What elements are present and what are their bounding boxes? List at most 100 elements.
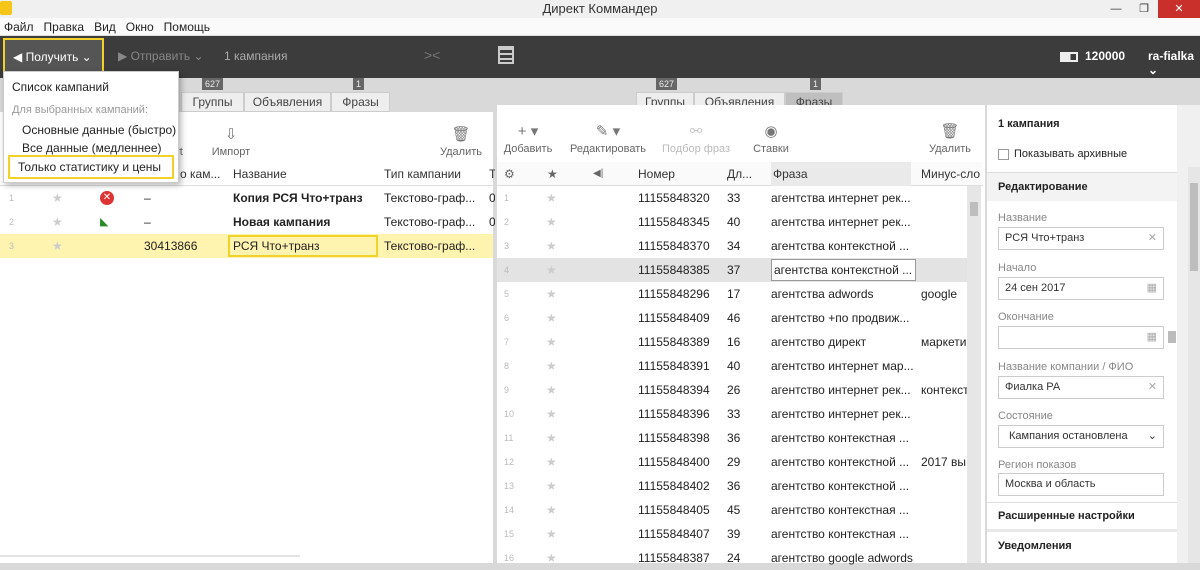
table-row[interactable]: 2 ★ ◣ – Новая кампания Текстово-граф... … bbox=[0, 210, 495, 234]
star-icon[interactable]: ★ bbox=[546, 186, 557, 210]
side-scrollbar[interactable] bbox=[1188, 167, 1200, 563]
vertical-scrollbar[interactable] bbox=[967, 186, 981, 563]
table-row[interactable]: ★ 14 11155848405 45 агентство контекстная ..… bbox=[497, 498, 967, 522]
start-date-field[interactable]: 24 сен 2017 ▦ bbox=[998, 277, 1164, 300]
star-icon[interactable]: ★ bbox=[52, 186, 63, 210]
star-icon[interactable]: ★ bbox=[546, 498, 557, 522]
edit-button[interactable]: ✎ ▾ Редактировать bbox=[569, 121, 647, 155]
table-row[interactable]: 1 ★ ✕ – Копия РСЯ Что+транз Текстово-гра… bbox=[0, 186, 495, 210]
star-icon[interactable]: ★ bbox=[546, 282, 557, 306]
delete-campaign-button[interactable]: 🗑 Удалить bbox=[438, 124, 484, 158]
col-extra[interactable]: Т bbox=[489, 162, 495, 186]
table-row[interactable]: ★ 13 11155848402 36 агентство контекстной ..… bbox=[497, 474, 967, 498]
table-row[interactable]: ★ 3 11155848370 34 агентства контекстной ... bbox=[497, 234, 967, 258]
col-type[interactable]: Тип кампании bbox=[384, 162, 486, 186]
show-archive-label: Показывать архивные bbox=[1014, 148, 1128, 160]
menu-item-stats-and-prices[interactable]: Только статистику и цены bbox=[8, 155, 174, 179]
phrase-number: 11155848387 bbox=[638, 551, 710, 565]
col-length[interactable]: Дл... bbox=[727, 162, 761, 186]
add-button[interactable]: + ▾ Добавить bbox=[503, 121, 553, 155]
table-row-selected[interactable]: 3 ★ 30413866 РСЯ Что+транз Текстово-граф… bbox=[0, 234, 493, 258]
star-icon[interactable]: ★ bbox=[547, 162, 558, 186]
table-row[interactable]: ★ 15 11155848407 39 агентство контекстная ..… bbox=[497, 522, 967, 546]
clear-icon[interactable]: ✕ bbox=[1148, 228, 1157, 249]
calendar-icon[interactable]: ▦ bbox=[1147, 327, 1157, 348]
col-name[interactable]: Название bbox=[233, 162, 373, 186]
col-number[interactable]: о кам... bbox=[180, 162, 228, 186]
delete-phrase-button[interactable]: 🗑 Удалить bbox=[927, 121, 973, 155]
menu-item-basic-data[interactable]: Основные данные (быстро) bbox=[22, 123, 176, 137]
editing-section[interactable]: Редактирование bbox=[987, 172, 1177, 201]
star-icon[interactable]: ★ bbox=[546, 402, 557, 426]
settings-icon[interactable]: ⚙ bbox=[504, 162, 515, 186]
col-number[interactable]: Номер bbox=[638, 162, 718, 186]
scroll-thumb[interactable] bbox=[970, 202, 978, 216]
star-icon[interactable]: ★ bbox=[546, 234, 557, 258]
star-icon[interactable]: ★ bbox=[546, 522, 557, 546]
send-button[interactable]: ▶ Отправить ⌄ bbox=[118, 49, 204, 63]
close-icon[interactable]: ✕ bbox=[1158, 0, 1200, 18]
company-field[interactable]: Фиалка РА ✕ bbox=[998, 376, 1164, 399]
clear-icon[interactable]: ✕ bbox=[1148, 377, 1157, 398]
status-icon[interactable]: ◀| bbox=[593, 162, 603, 186]
pick-phrases-button[interactable]: ⚯ Подбор фраз bbox=[660, 121, 732, 155]
star-icon[interactable]: ★ bbox=[546, 306, 557, 330]
table-row[interactable]: ★ 4 11155848385 37 агентства контекстной ... bbox=[497, 258, 967, 282]
collapse-arrows-icon[interactable]: >< bbox=[424, 47, 440, 63]
table-row[interactable]: ★ 6 11155848409 46 агентство +по продвиж... bbox=[497, 306, 967, 330]
state-select[interactable]: Кампания остановлена ⌄ bbox=[998, 425, 1164, 448]
phrase-minus-words: google bbox=[921, 287, 958, 301]
star-icon[interactable]: ★ bbox=[52, 234, 63, 258]
menu-help[interactable]: Помощь bbox=[164, 18, 210, 35]
menu-edit[interactable]: Правка bbox=[44, 18, 85, 35]
horizontal-scrollbar[interactable] bbox=[0, 555, 300, 557]
trash-icon[interactable] bbox=[1168, 331, 1176, 343]
star-icon[interactable]: ★ bbox=[546, 330, 557, 354]
name-field[interactable]: РСЯ Что+транз ✕ bbox=[998, 227, 1164, 250]
menu-file[interactable]: Файл bbox=[4, 18, 34, 35]
side-scroll-thumb[interactable] bbox=[1190, 183, 1198, 271]
region-field[interactable]: Москва и область bbox=[998, 473, 1164, 496]
show-archive-checkbox[interactable] bbox=[998, 148, 1009, 160]
bids-button[interactable]: ◉ Ставки bbox=[749, 121, 793, 155]
menu-window[interactable]: Окно bbox=[126, 18, 154, 35]
table-row[interactable]: ★ 5 11155848296 17 агентства adwords google bbox=[497, 282, 967, 306]
col-phrase[interactable]: Фраза bbox=[771, 162, 911, 186]
tab-groups[interactable]: Группы bbox=[181, 92, 244, 112]
show-archive-toggle[interactable]: Показывать архивные bbox=[998, 148, 1127, 160]
tab-phrases[interactable]: Фразы bbox=[331, 92, 390, 112]
table-row[interactable]: ★ 8 11155848391 40 агентство интернет мар... bbox=[497, 354, 967, 378]
calendar-icon[interactable]: ▦ bbox=[1147, 278, 1157, 299]
tab-ads[interactable]: Объявления bbox=[244, 92, 331, 112]
table-row[interactable]: ★ 10 11155848396 33 агентство интернет рек..… bbox=[497, 402, 967, 426]
import-button[interactable]: ⇩ Импорт bbox=[210, 124, 252, 158]
table-row[interactable]: ★ 16 11155848387 24 агентство google adwords bbox=[497, 546, 967, 570]
table-row[interactable]: ★ 9 11155848394 26 агентство интернет рек...… bbox=[497, 378, 967, 402]
menu-item-campaign-list[interactable]: Список кампаний bbox=[12, 80, 109, 94]
table-row[interactable]: ★ 1 11155848320 33 агентства интернет рек... bbox=[497, 186, 967, 210]
advanced-settings-section[interactable]: Расширенные настройки bbox=[987, 502, 1177, 528]
get-button[interactable]: ◀ Получить ⌄ bbox=[3, 38, 104, 74]
table-row[interactable]: ★ 12 11155848400 29 агентство контекстной ..… bbox=[497, 450, 967, 474]
star-icon[interactable]: ★ bbox=[52, 210, 63, 234]
star-icon[interactable]: ★ bbox=[546, 450, 557, 474]
star-icon[interactable]: ★ bbox=[546, 354, 557, 378]
table-row[interactable]: ★ 2 11155848345 40 агентства интернет рек... bbox=[497, 210, 967, 234]
menu-item-all-data[interactable]: Все данные (медленнее) bbox=[22, 141, 162, 155]
star-icon[interactable]: ★ bbox=[546, 378, 557, 402]
star-icon[interactable]: ★ bbox=[546, 258, 557, 282]
minimize-icon[interactable]: — bbox=[1102, 0, 1130, 18]
notifications-section[interactable]: Уведомления bbox=[987, 533, 1177, 559]
film-icon[interactable] bbox=[498, 46, 514, 64]
user-account[interactable]: ra-fialka ⌄ bbox=[1148, 49, 1200, 77]
star-icon[interactable]: ★ bbox=[546, 426, 557, 450]
table-row[interactable]: ★ 11 11155848398 36 агентство контекстная ..… bbox=[497, 426, 967, 450]
star-icon[interactable]: ★ bbox=[546, 474, 557, 498]
menu-view[interactable]: Вид bbox=[94, 18, 116, 35]
col-minus-words[interactable]: Минус-сло bbox=[921, 162, 983, 186]
star-icon[interactable]: ★ bbox=[546, 546, 557, 570]
maximize-icon[interactable]: ❐ bbox=[1130, 0, 1158, 18]
star-icon[interactable]: ★ bbox=[546, 210, 557, 234]
table-row[interactable]: ★ 7 11155848389 16 агентство директ маркети bbox=[497, 330, 967, 354]
end-date-field[interactable]: ▦ bbox=[998, 326, 1164, 349]
